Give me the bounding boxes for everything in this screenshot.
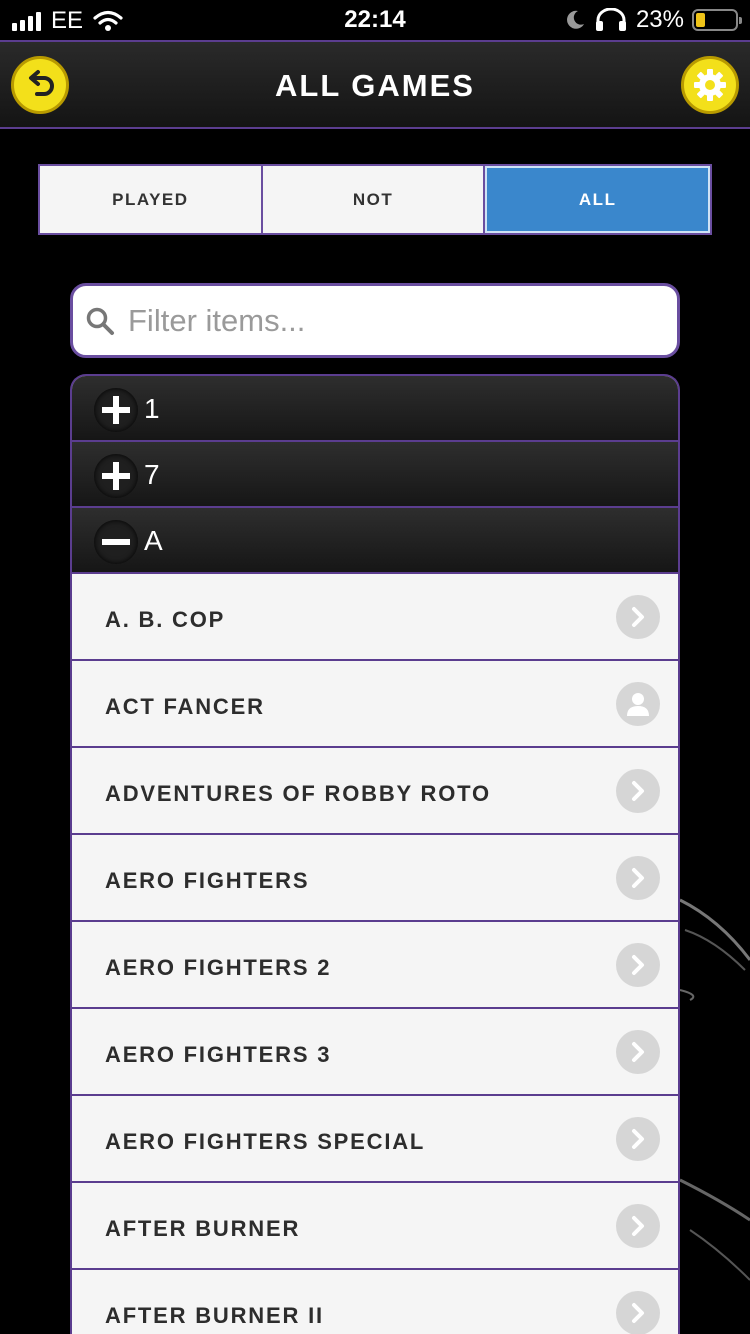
search-input[interactable] — [128, 296, 663, 346]
chevron-right-icon[interactable] — [616, 943, 660, 987]
settings-button[interactable] — [681, 56, 739, 114]
chevron-right-icon[interactable] — [616, 1204, 660, 1248]
game-title: AERO FIGHTERS SPECIAL — [105, 1129, 426, 1154]
chevron-right-icon[interactable] — [616, 1030, 660, 1074]
game-title: AFTER BURNER II — [105, 1303, 324, 1328]
filter-segmented-control: PLAYED NOT ALL — [38, 164, 712, 235]
group-label: 7 — [144, 459, 160, 490]
app-screen: EE 22:14 23% ALL GAMES PLAYED NOT ALL Fi… — [0, 0, 750, 1334]
expand-plus-icon — [94, 388, 138, 432]
battery-cap — [739, 17, 742, 24]
collapse-minus-icon — [94, 520, 138, 564]
group-header-1[interactable]: 1 — [72, 376, 678, 442]
game-title: AERO FIGHTERS 2 — [105, 955, 332, 980]
chevron-right-icon[interactable] — [616, 1117, 660, 1161]
headphones-icon — [595, 8, 626, 31]
segment-not[interactable]: NOT — [263, 166, 486, 233]
list-item[interactable]: AFTER BURNER — [72, 1183, 678, 1270]
list-item[interactable]: ACT FANCER — [72, 661, 678, 748]
segment-played[interactable]: PLAYED — [40, 166, 263, 233]
game-title: ADVENTURES OF ROBBY ROTO — [105, 781, 491, 806]
list-item[interactable]: A. B. COP — [72, 574, 678, 661]
battery-icon — [692, 9, 742, 31]
gear-icon — [694, 69, 726, 101]
chevron-right-icon[interactable] — [616, 1291, 660, 1334]
segment-all[interactable]: ALL — [485, 166, 711, 233]
search-box — [70, 283, 680, 358]
app-header: ALL GAMES — [0, 40, 750, 129]
search-icon — [86, 307, 114, 335]
chevron-right-icon[interactable] — [616, 856, 660, 900]
game-title: A. B. COP — [105, 607, 226, 632]
group-header-7[interactable]: 7 — [72, 442, 678, 508]
list-item[interactable]: AERO FIGHTERS 2 — [72, 922, 678, 1009]
game-title: AERO FIGHTERS — [105, 868, 310, 893]
battery-fill — [696, 13, 705, 27]
list-item[interactable]: AFTER BURNER II — [72, 1270, 678, 1334]
list-item[interactable]: ADVENTURES OF ROBBY ROTO — [72, 748, 678, 835]
game-title: AERO FIGHTERS 3 — [105, 1042, 332, 1067]
group-label: 1 — [144, 393, 160, 424]
group-label: A — [144, 525, 163, 556]
list-item[interactable]: AERO FIGHTERS SPECIAL — [72, 1096, 678, 1183]
page-title: ALL GAMES — [275, 68, 475, 103]
user-icon[interactable] — [616, 682, 660, 726]
game-title: ACT FANCER — [105, 694, 265, 719]
expand-plus-icon — [94, 454, 138, 498]
games-list: 1 7 A A. B. COP ACT FANCER ADVENTURES OF… — [70, 374, 680, 1334]
status-bar: EE 22:14 23% — [0, 0, 750, 40]
group-header-a[interactable]: A — [72, 508, 678, 574]
chevron-right-icon[interactable] — [616, 595, 660, 639]
status-right: 23% — [564, 6, 742, 34]
list-item[interactable]: AERO FIGHTERS 3 — [72, 1009, 678, 1096]
game-title: AFTER BURNER — [105, 1216, 301, 1241]
moon-icon — [567, 10, 584, 29]
list-item[interactable]: AERO FIGHTERS — [72, 835, 678, 922]
battery-percent: 23% — [635, 6, 684, 33]
chevron-right-icon[interactable] — [616, 769, 660, 813]
